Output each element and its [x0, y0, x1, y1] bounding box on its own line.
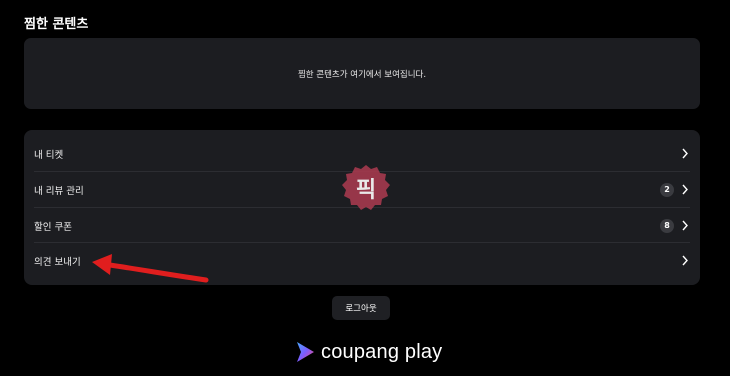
watermark-text: 픽: [355, 178, 377, 203]
favorites-empty-message: 찜한 콘텐츠가 여기에서 보여집니다.: [297, 69, 427, 80]
chevron-right-icon: [680, 148, 690, 160]
logout-button[interactable]: 로그아웃: [332, 296, 390, 320]
watermark-stamp: 픽: [340, 162, 392, 214]
chevron-right-icon: [680, 184, 690, 196]
count-badge: 2: [660, 182, 674, 197]
favorites-title: 찜한 콘텐츠: [24, 17, 89, 32]
brand-name: coupang play: [321, 340, 443, 363]
chevron-right-icon: [680, 255, 690, 267]
annotation-arrow-icon: [92, 254, 209, 283]
play-logo-icon: [297, 342, 314, 362]
chevron-right-icon: [680, 220, 690, 232]
menu-item-label: 할인 쿠폰: [34, 221, 72, 233]
coupang-play-logo: coupang play: [295, 339, 442, 365]
menu-item-label: 내 티켓: [34, 149, 64, 161]
favorites-empty-box: 찜한 콘텐츠가 여기에서 보여집니다.: [24, 38, 700, 109]
count-badge: 8: [660, 218, 674, 233]
